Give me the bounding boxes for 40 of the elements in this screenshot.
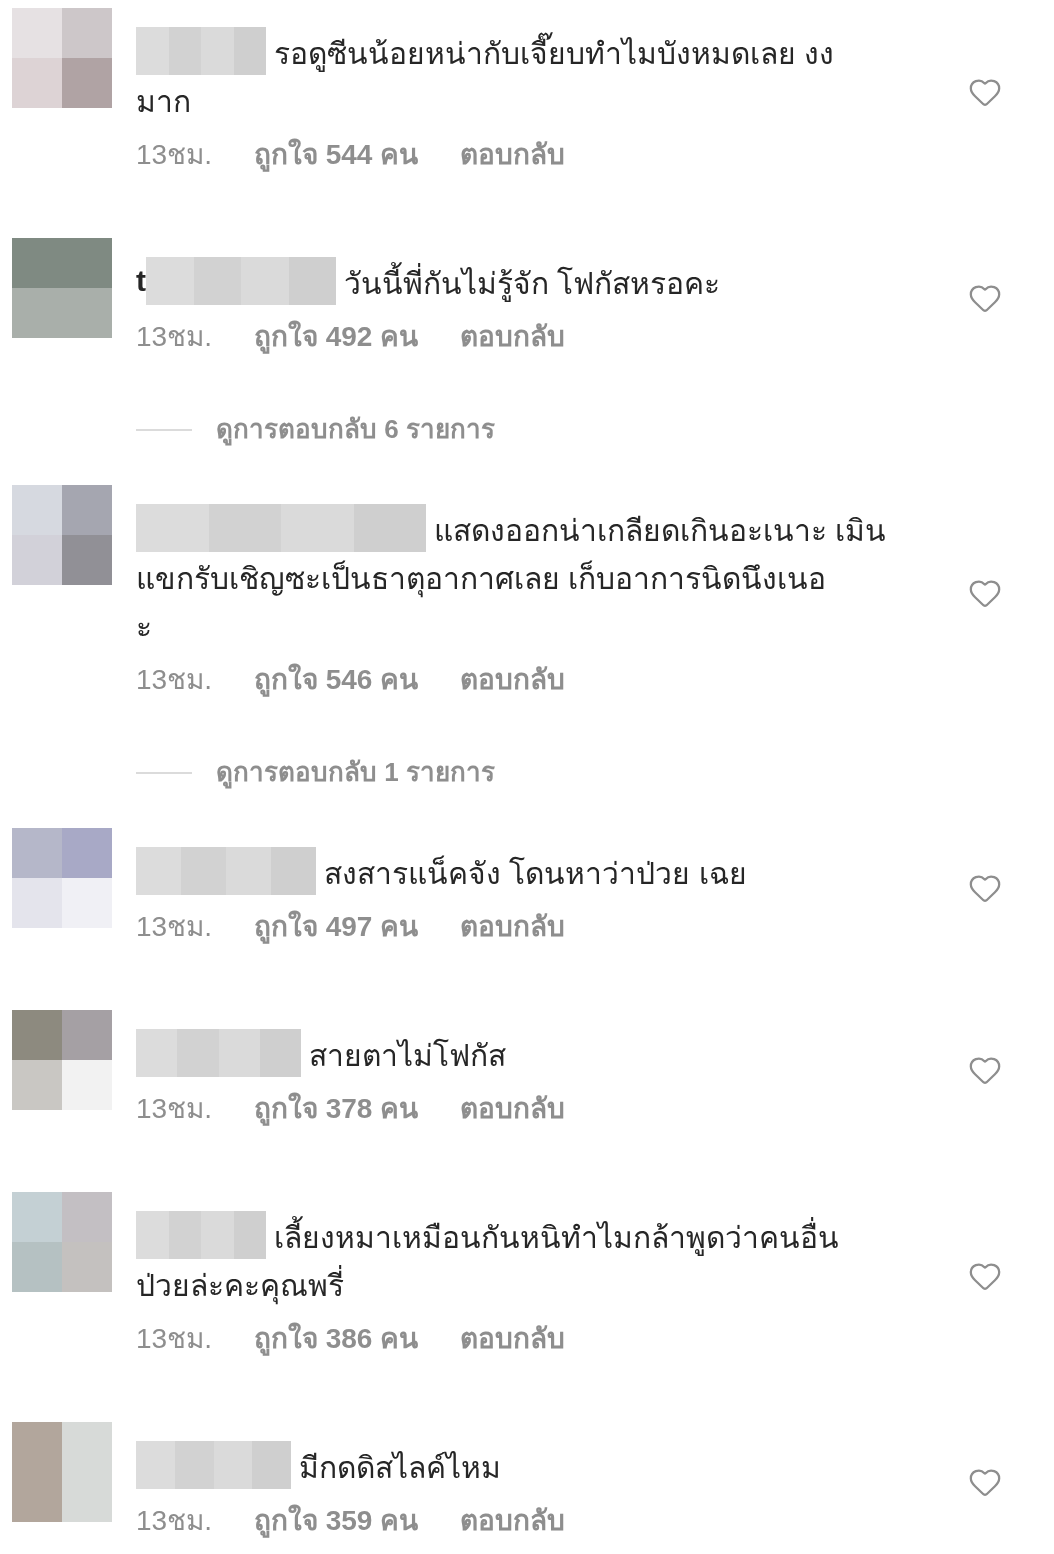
pixelated-avatar[interactable] — [12, 828, 112, 928]
comment-text: ป่วยล่ะคะคุณพรี่ — [136, 1260, 916, 1308]
reply-link[interactable]: ตอบกลับ — [460, 1318, 566, 1360]
comment-text: มาก — [136, 84, 192, 120]
pixelated-avatar[interactable] — [12, 485, 112, 585]
likes-count[interactable]: ถูกใจ 378 คน — [253, 1088, 419, 1130]
reply-link[interactable]: ตอบกลับ — [460, 906, 566, 948]
reply-link[interactable]: ตอบกลับ — [460, 134, 566, 176]
comment-text: ะ — [136, 609, 153, 645]
likes-count[interactable]: ถูกใจ 492 คน — [253, 316, 419, 358]
comment-time: 13ชม. — [136, 1092, 212, 1126]
pixelated-avatar[interactable] — [12, 8, 112, 108]
likes-count[interactable]: ถูกใจ 386 คน — [253, 1318, 419, 1360]
likes-count[interactable]: ถูกใจ 544 คน — [253, 134, 419, 176]
comment-time: 13ชม. — [136, 910, 212, 944]
reply-link[interactable]: ตอบกลับ — [460, 659, 566, 701]
reply-link[interactable]: ตอบกลับ — [460, 1088, 566, 1130]
comment-time: 13ชม. — [136, 663, 212, 697]
comment-text: สงสารแน็คจัง โดนหาว่าป่วย เฉย — [324, 854, 747, 892]
likes-count[interactable]: ถูกใจ 546 คน — [253, 659, 419, 701]
comment-time: 13ชม. — [136, 1322, 212, 1356]
comment-text: สายตาไม่โฟกัส — [309, 1037, 506, 1074]
reply-link[interactable]: ตอบกลับ — [460, 1500, 566, 1542]
reply-link[interactable]: ตอบกลับ — [460, 316, 566, 358]
pixelated-avatar[interactable] — [12, 1010, 112, 1110]
comment-time: 13ชม. — [136, 320, 212, 354]
comment-text: แขกรับเชิญซะเป็นธาตุอากาศเลย เก็บอาการนิดนึงเนอ — [136, 553, 916, 601]
likes-count[interactable]: ถูกใจ 497 คน — [253, 906, 419, 948]
comment-text: แสดงออกน่าเกลียดเกินอะเนาะ เมิน — [434, 513, 887, 549]
pixelated-avatar[interactable] — [12, 1422, 112, 1522]
comment-time: 13ชม. — [136, 1504, 212, 1538]
comment-text: มีกดดิสไลค์ไหม — [299, 1450, 501, 1486]
comment-text: เลี้ยงหมาเหมือนกันหนิทำไมกล้าพูดว่าคนอื่น — [274, 1210, 839, 1260]
username[interactable]: t — [136, 257, 146, 305]
view-replies-link[interactable]: ดูการตอบกลับ 6 รายการ — [216, 410, 495, 449]
view-replies-link[interactable]: ดูการตอบกลับ 1 รายการ — [216, 753, 495, 792]
comment-text: วันนี้พี่กันไม่รู้จัก โฟกัสหรอคะ — [344, 256, 721, 306]
comment-time: 13ชม. — [136, 138, 212, 172]
comment-text: รอดูซีนน้อยหน่ากับเจี๊ยบทำไมบังหมดเลย งง — [274, 26, 835, 76]
likes-count[interactable]: ถูกใจ 359 คน — [253, 1500, 419, 1542]
